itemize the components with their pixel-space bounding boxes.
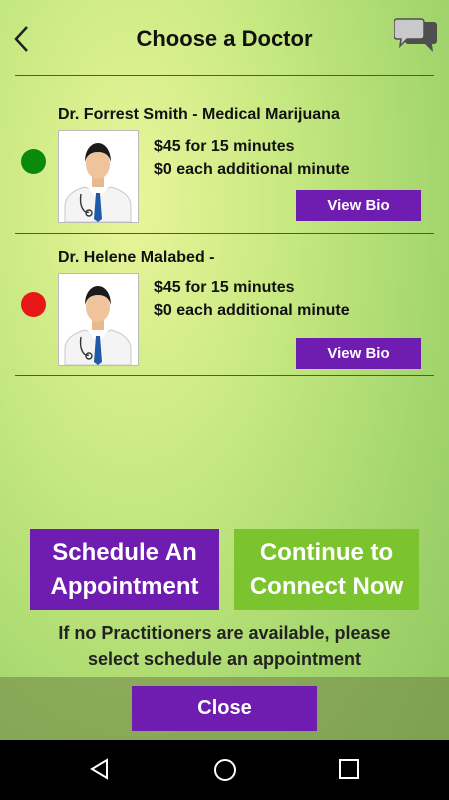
doctor-name: Dr. Helene Malabed - [58,249,215,266]
chat-bubbles-icon[interactable] [394,18,438,54]
doctor-row[interactable]: Dr. Helene Malabed - $45 for 15 minutes … [0,249,449,391]
view-bio-button[interactable]: View Bio [296,190,421,221]
connect-label-line1: Continue to [259,538,394,566]
home-circle-icon[interactable] [213,758,237,782]
schedule-label-line1: Schedule An [52,538,197,566]
note-line1: If no Practitioners are available, pleas… [58,623,391,643]
price-additional: $0 each additional minute [154,302,350,319]
view-bio-button[interactable]: View Bio [296,338,421,369]
connect-now-button[interactable]: Continue to Connect Now [234,529,419,610]
row-divider [15,233,434,234]
close-button[interactable]: Close [132,686,317,731]
status-indicator-offline [21,292,46,317]
doctor-avatar-icon [58,130,139,223]
row-divider [15,375,434,376]
status-indicator-online [21,149,46,174]
availability-note: If no Practitioners are available, pleas… [15,620,434,672]
doctor-name: Dr. Forrest Smith - Medical Marijuana [58,106,340,123]
system-nav-bar [0,740,449,800]
header-divider [15,75,434,76]
doctor-row[interactable]: Dr. Forrest Smith - Medical Marijuana $4… [0,106,449,248]
connect-label-line2: Connect Now [249,572,404,600]
price-base: $45 for 15 minutes [154,279,295,296]
schedule-appointment-button[interactable]: Schedule An Appointment [30,529,219,610]
schedule-label-line2: Appointment [50,572,199,600]
doctor-avatar-icon [58,273,139,366]
price-additional: $0 each additional minute [154,161,350,178]
price-base: $45 for 15 minutes [154,138,295,155]
app-header: Choose a Doctor [0,0,449,76]
note-line2: select schedule an appointment [87,649,362,669]
page-title: Choose a Doctor [136,26,313,51]
back-triangle-icon[interactable] [89,758,111,780]
recents-square-icon[interactable] [338,758,360,780]
